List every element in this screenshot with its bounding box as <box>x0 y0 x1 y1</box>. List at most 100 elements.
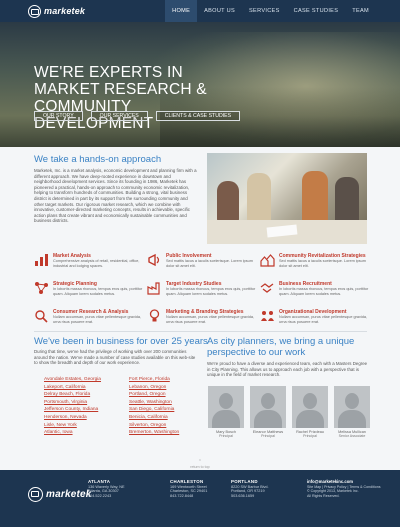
top-navigation-bar: marketek HOME ABOUT US SERVICES CASE STU… <box>0 0 400 22</box>
team-member[interactable]: Eleanor Matthews Principal <box>250 386 286 439</box>
service-market-analysis[interactable]: Market Analysis Comprehensive analysis of… <box>34 253 147 275</box>
footer-logo[interactable]: marketek <box>28 486 92 502</box>
logo-text: marketek <box>46 488 92 500</box>
footer: marketek ATLANTA 136 Waverly Way, NE Atl… <box>0 470 400 527</box>
nav-item-about-us[interactable]: ABOUT US <box>197 0 242 22</box>
photo-person <box>302 171 328 223</box>
our-services-button[interactable]: OUR SERVICES <box>90 111 148 121</box>
return-to-top-label: return to top <box>190 465 210 469</box>
city-link[interactable]: Benicia, California <box>129 415 204 421</box>
city-link[interactable]: Henderson, Nevada <box>44 415 129 421</box>
office-line: 843.722.8448 <box>170 494 194 499</box>
city-link[interactable]: Seattle, Washington <box>129 400 204 406</box>
section-divider <box>34 331 367 332</box>
city-link[interactable]: San Diego, California <box>129 407 204 413</box>
avatar <box>292 386 328 428</box>
city-link[interactable]: Lakeport, California <box>44 385 129 391</box>
city-link[interactable]: Avondale Estates, Georgia <box>44 377 129 383</box>
nav-item-services[interactable]: SERVICES <box>242 0 287 22</box>
city-planners-title: As city planners, we bring a unique pers… <box>207 336 355 358</box>
service-description: Sed mattis lacus a iaculis scelerisque. … <box>279 259 366 268</box>
service-organizational-development[interactable]: Organizational Development Nullam accumsa… <box>260 309 374 331</box>
magnifier-icon <box>34 309 49 323</box>
service-description: In lobortis massa rhoncus, tempus eros q… <box>166 287 256 296</box>
service-strategic-planning[interactable]: Strategic Planning In lobortis massa rhon… <box>34 281 147 303</box>
city-link[interactable]: Lisle, New York <box>44 423 129 429</box>
handshake-icon <box>260 281 275 295</box>
city-link[interactable]: Portsmouth, Virginia <box>44 400 129 406</box>
our-story-button[interactable]: OUR STORY <box>34 111 83 121</box>
avatar <box>250 386 286 428</box>
rights-text: All Rights Reserved. <box>307 493 340 498</box>
photo-person <box>217 181 239 221</box>
city-link[interactable]: Delray Beach, Florida <box>44 392 129 398</box>
service-community-revitalization[interactable]: Community Revitalization Strategies Sed m… <box>260 253 374 275</box>
service-consumer-research[interactable]: Consumer Research & Analysis Nullam accum… <box>34 309 147 331</box>
service-description: Nullam accumsan, purus vitae pellentesqu… <box>53 315 142 324</box>
service-target-industry-studies[interactable]: Target Industry Studies In lobortis massa… <box>147 281 260 303</box>
service-description: Nullam accumsan, purus vitae pellentesqu… <box>166 315 255 324</box>
clients-case-studies-button[interactable]: CLIENTS & CASE STUDIES <box>155 111 241 121</box>
service-marketing-branding[interactable]: Marketing & Branding Strategies Nullam ac… <box>147 309 260 331</box>
brand-logo[interactable]: marketek <box>28 4 85 18</box>
team-member[interactable]: Mary Bosch Principal <box>208 386 244 439</box>
main-nav: HOME ABOUT US SERVICES CASE STUDIES TEAM <box>165 0 376 22</box>
service-description: In lobortis massa rhoncus, tempus eros q… <box>279 287 369 296</box>
return-to-top-link[interactable]: ⌃ return to top <box>180 460 220 470</box>
service-description: Nullam accumsan, purus vitae pellentesqu… <box>279 315 368 324</box>
city-link[interactable]: Jefferson County, Indiana <box>44 407 129 413</box>
city-link[interactable]: Atlantic, Iowa <box>44 430 129 436</box>
team-member[interactable]: Melissa Mullican Senior Associate <box>334 386 370 439</box>
office-portland: PORTLAND 8220 SW Barbur Blvd. Portland, … <box>231 479 291 499</box>
bar-chart-icon <box>34 253 49 267</box>
service-description: Sed mattis lacus a iaculis scelerisque. … <box>166 259 253 268</box>
city-link[interactable]: Portland, Oregon <box>129 392 204 398</box>
office-line: 404.522.2243 <box>88 494 112 499</box>
logo-mark-icon <box>28 486 43 502</box>
city-link[interactable]: Silverton, Oregon <box>129 423 204 429</box>
member-role: Principal <box>261 434 275 439</box>
logo-text: marketek <box>44 6 86 16</box>
hands-on-body: Marketek, Inc. is a market analysis, eco… <box>34 168 197 224</box>
business-years-title: We've been in business for over 25 years <box>34 336 208 347</box>
logo-mark-icon <box>28 4 41 18</box>
case-study-city-list: Avondale Estates, Georgia Fort Pierce, F… <box>44 377 204 436</box>
city-link[interactable]: Fort Pierce, Florida <box>129 377 204 383</box>
service-description: Comprehensive analysis of retail, reside… <box>53 259 140 268</box>
hero-title: WE'RE EXPERTS IN MARKET RESEARCH & COMMU… <box>34 64 254 132</box>
nav-item-home[interactable]: HOME <box>165 0 198 22</box>
city-link[interactable]: Lebanon, Oregon <box>129 385 204 391</box>
nav-item-case-studies[interactable]: CASE STUDIES <box>287 0 346 22</box>
avatar <box>334 386 370 428</box>
team-member[interactable]: Rachel Prizdeau Principal <box>292 386 328 439</box>
hands-on-title: We take a hands-on approach <box>34 154 162 165</box>
member-role: Principal <box>219 434 233 439</box>
member-role: Senior Associate <box>338 434 366 439</box>
office-line: 503.636.1659 <box>231 494 255 499</box>
office-charleston: CHARLESTON 169 Wentworth Street Charlest… <box>170 479 230 499</box>
service-business-recruitment[interactable]: Business Recruitment In lobortis massa rh… <box>260 281 374 303</box>
factory-icon <box>147 281 162 295</box>
houses-icon <box>260 253 275 267</box>
network-icon <box>34 281 49 295</box>
footer-contact: info@marketekinc.com Site Map | Privacy … <box>307 479 387 498</box>
nav-item-team[interactable]: TEAM <box>345 0 376 22</box>
hero-buttons: OUR STORY OUR SERVICES CLIENTS & CASE ST… <box>34 111 241 121</box>
team-meeting-photo <box>207 153 367 244</box>
office-atlanta: ATLANTA 136 Waverly Way, NE Atlanta, GA … <box>88 479 148 499</box>
avatar <box>208 386 244 428</box>
hero-title-line: MARKET RESEARCH & <box>34 81 207 98</box>
photo-person <box>335 177 359 223</box>
megaphone-icon <box>147 253 162 267</box>
lightbulb-icon <box>147 309 162 323</box>
service-public-involvement[interactable]: Public Involvement Sed mattis lacus a iac… <box>147 253 260 275</box>
member-role: Principal <box>303 434 317 439</box>
photo-person <box>247 173 271 221</box>
business-body: During that time, we've had the privileg… <box>34 349 196 366</box>
city-planners-body: We're proud to have a diverse and experi… <box>207 361 368 378</box>
hero-title-line: WE'RE EXPERTS IN <box>34 64 183 81</box>
hero-banner: WE'RE EXPERTS IN MARKET RESEARCH & COMMU… <box>0 22 400 147</box>
city-link[interactable]: Bremerton, Washington <box>129 430 204 436</box>
team-members: Mary Bosch Principal Eleanor Matthews Pr… <box>208 386 370 439</box>
service-description: In lobortis massa rhoncus, tempus eros q… <box>53 287 143 296</box>
